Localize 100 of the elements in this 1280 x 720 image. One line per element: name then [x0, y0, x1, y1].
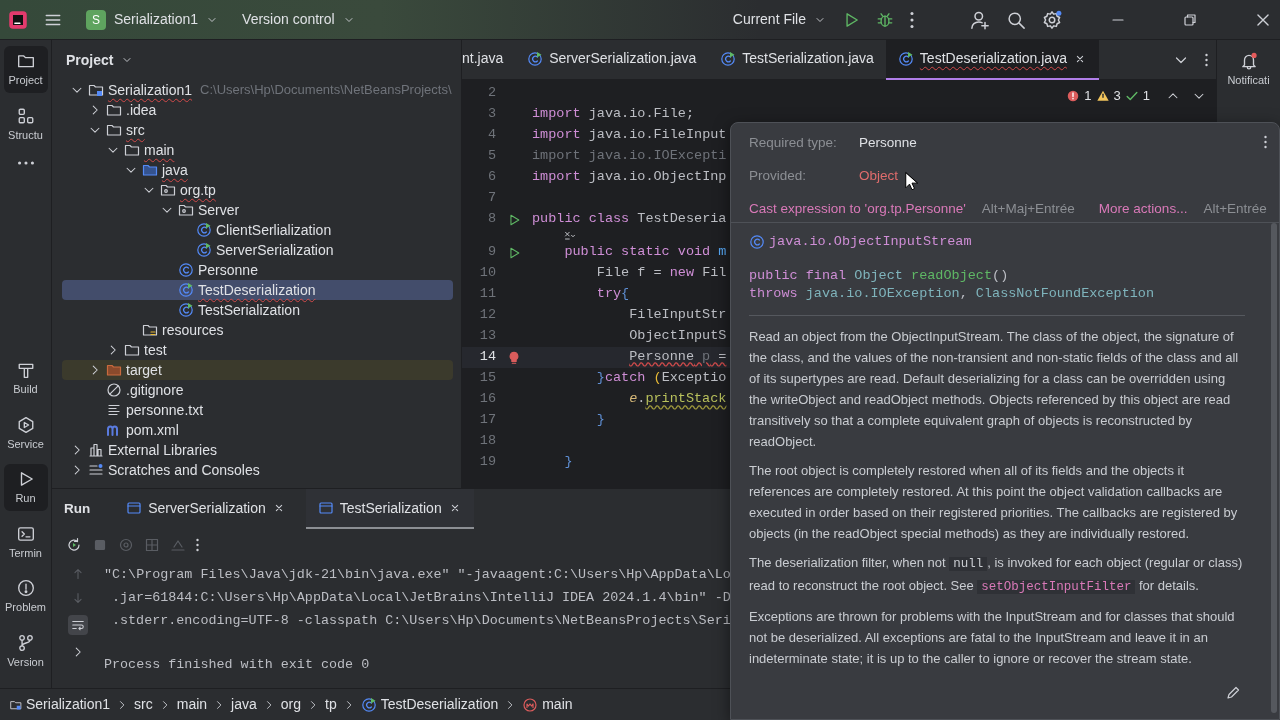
doc-paragraph: The root object is completely restored when all of its fields and the objects it references are completely restored. At this point the object validation callbacks are executed in order based on their registered priorities. The callbacks are registered by objects (in the readObject special methods) as they are individually restored.: [749, 462, 1239, 543]
tree-item[interactable]: TestDeserialization: [62, 280, 453, 300]
code-line: public class TestDeseria: [532, 210, 727, 229]
tool-window-button[interactable]: Run: [3, 464, 48, 511]
tree-item[interactable]: External Libraries: [62, 440, 453, 460]
add-user-icon[interactable]: [970, 9, 990, 30]
app-logo[interactable]: [8, 9, 28, 30]
item-label: Scratches and Consoles: [108, 460, 260, 480]
tool-window-button[interactable]: Termin: [3, 518, 48, 565]
run-tab[interactable]: ServerSerialization: [114, 489, 298, 529]
editor-tab[interactable]: TestSerialization.java: [708, 40, 886, 80]
panel-title-dropdown[interactable]: Project: [66, 49, 134, 71]
vcs-menu[interactable]: Version control: [242, 9, 355, 30]
tree-item[interactable]: Personne: [62, 260, 453, 280]
code-line: Personne p =: [629, 348, 727, 367]
doc-paragraph: The deserialization filter, when not null , is invoked for each object (regular or class) read to reconstruct the root object. See setObjectInputFilter for details.: [749, 554, 1244, 596]
tree-item[interactable]: ClientSerlialization: [62, 220, 453, 240]
editor-tab[interactable]: TestDeserialization.java: [885, 40, 1099, 80]
tree-item[interactable]: .gitignore: [62, 380, 453, 400]
tree-item[interactable]: TestSerialization: [62, 300, 453, 320]
tree-item[interactable]: java: [62, 160, 453, 180]
runnable-class-icon: [178, 302, 194, 318]
quick-fix-link[interactable]: Cast expression to 'org.tp.Personne': [749, 199, 966, 220]
module-icon: [10, 698, 22, 711]
code-line: try{: [596, 285, 630, 304]
soft-wrap-icon[interactable]: [68, 615, 88, 635]
runnable-class-icon: [178, 282, 194, 298]
run-config-selector[interactable]: Current File: [732, 9, 826, 30]
run-icon[interactable]: [507, 212, 521, 227]
panel-title: Run: [64, 499, 91, 518]
libraries-icon: [88, 442, 104, 458]
signature-line: public final Object readObject(): [749, 267, 1010, 285]
warning-count[interactable]: 3: [1113, 86, 1121, 106]
tree-item[interactable]: .idea: [62, 100, 453, 120]
code-line: import java.io.FileInput: [532, 126, 727, 145]
package-icon: [160, 182, 176, 198]
tree-item[interactable]: Scratches and Consoles: [62, 460, 453, 480]
editor-tab[interactable]: ServerSerialization.java: [515, 40, 709, 80]
line-number: 19: [478, 453, 496, 472]
breadcrumb-item[interactable]: tp: [325, 694, 337, 715]
breadcrumb-item[interactable]: src: [134, 694, 153, 715]
tool-window-button[interactable]: Build: [3, 355, 48, 402]
restore-icon[interactable]: [1182, 11, 1198, 28]
more-icon[interactable]: [910, 10, 914, 29]
tree-item[interactable]: ServerSerialization: [62, 240, 453, 260]
quick-fix-link[interactable]: More actions...: [1098, 199, 1188, 220]
more-icon[interactable]: [1264, 135, 1267, 149]
tree-item[interactable]: Server: [62, 200, 453, 220]
settings-icon[interactable]: [1042, 9, 1062, 30]
breadcrumb-item[interactable]: TestDeserialization: [360, 694, 499, 715]
tool-window-button[interactable]: Service: [3, 409, 48, 456]
item-label: Serialization1: [108, 80, 193, 100]
bulb-icon[interactable]: [507, 350, 521, 365]
folder-icon: [106, 122, 122, 138]
runnable-class-icon: [196, 222, 212, 238]
tree-item[interactable]: org.tp: [62, 180, 453, 200]
rerun-icon[interactable]: [66, 537, 82, 553]
tree-item[interactable]: personne.txt: [62, 400, 453, 420]
method-icon: [522, 696, 539, 713]
run-icon[interactable]: [507, 245, 521, 260]
tool-window-button[interactable]: Project: [3, 46, 48, 93]
more-icon[interactable]: [1205, 51, 1208, 68]
passed-count[interactable]: 1: [1142, 86, 1150, 106]
tool-window-button[interactable]: Version: [3, 627, 48, 674]
editor-tab[interactable]: nt.java: [462, 40, 516, 80]
inlay-hint-icon[interactable]: [564, 230, 576, 242]
console-icon: [317, 500, 334, 516]
tree-item[interactable]: test: [62, 340, 453, 360]
breadcrumb-item[interactable]: main: [176, 694, 208, 715]
tree-item[interactable]: src: [62, 120, 453, 140]
tool-window-button[interactable]: Notificati: [1226, 46, 1271, 93]
tree-item[interactable]: target: [62, 360, 453, 380]
tree-item[interactable]: resources: [62, 320, 453, 340]
error-count[interactable]: 1: [1084, 86, 1092, 106]
class-icon: [749, 234, 765, 250]
line-number: 8: [486, 210, 496, 229]
scratches-icon: [88, 462, 104, 478]
tree-item[interactable]: Serialization1 C:\Users\Hp\Documents\NetBeansProjects\: [62, 80, 453, 100]
search-icon[interactable]: [1006, 9, 1026, 30]
scrollbar[interactable]: [1271, 223, 1277, 713]
tool-window-button[interactable]: Problem: [3, 573, 48, 620]
doc-link[interactable]: setObjectInputFilter: [977, 580, 1136, 594]
tool-window-button[interactable]: Structu: [3, 100, 48, 147]
code-line: import java.io.File;: [532, 105, 695, 124]
tree-item[interactable]: pom.xml: [62, 420, 453, 440]
item-label: resources: [162, 320, 224, 340]
edit-icon[interactable]: [1225, 685, 1241, 701]
debug-icon[interactable]: [876, 10, 894, 29]
breadcrumb-item[interactable]: Serialization1: [10, 694, 111, 715]
tab-label: TestSerialization.java: [742, 49, 874, 68]
tree-item[interactable]: main: [62, 140, 453, 160]
run-tab[interactable]: TestSerialization: [305, 489, 474, 529]
breadcrumb-item[interactable]: main: [522, 694, 573, 715]
console-status-line: Process finished with exit code 0: [104, 656, 371, 674]
breadcrumb-item[interactable]: org: [280, 694, 301, 715]
breadcrumb-item[interactable]: java: [231, 694, 257, 715]
more-icon[interactable]: [196, 537, 199, 553]
item-label: personne.txt: [126, 400, 204, 420]
item-label: main: [144, 140, 175, 160]
project-switcher[interactable]: S Serialization1: [86, 9, 219, 30]
